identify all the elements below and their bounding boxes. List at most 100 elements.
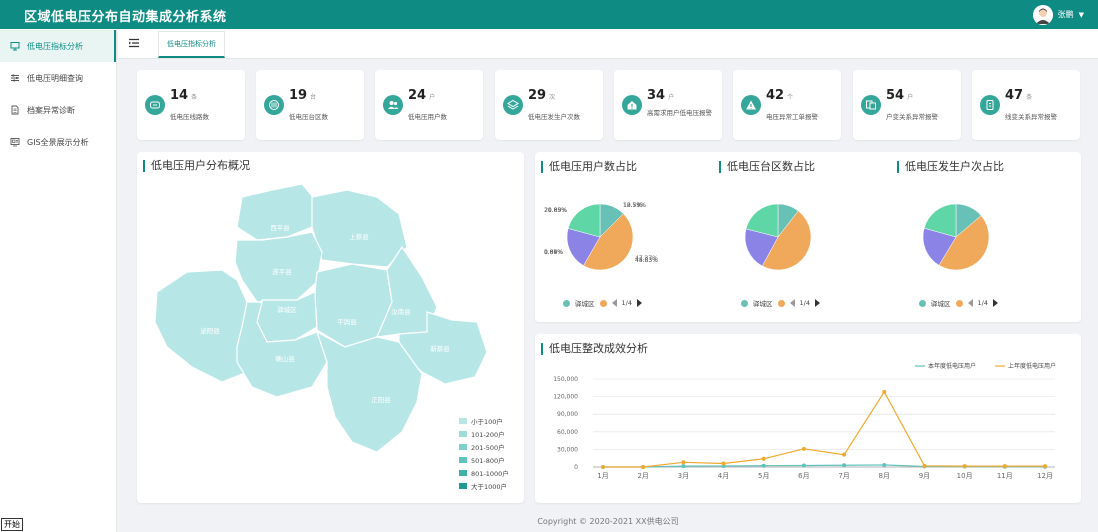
stat-label: 高需求用户低电压报警	[647, 109, 712, 117]
x-tick-label: 5月	[758, 472, 769, 480]
legend-next-icon[interactable]	[992, 299, 998, 307]
stat-unit: 台	[310, 94, 317, 101]
legend-swatch	[459, 483, 467, 489]
map-legend-item: 大于1000户	[459, 481, 507, 491]
menu-toggle-icon[interactable]	[128, 37, 140, 49]
pie-label: 0.69%	[544, 249, 563, 256]
stat-card: 34 户 高需求用户低电压报警	[614, 70, 722, 140]
user-name[interactable]: 张鹏	[1058, 9, 1074, 20]
sliders-icon	[11, 74, 19, 82]
stat-card: 29 次 低电压发生户次数	[495, 70, 603, 140]
top-bar: 区域低电压分布自动集成分析系统 张鹏 ▼	[0, 0, 1098, 29]
home-alert-icon	[627, 101, 637, 110]
stat-value: 34	[647, 88, 666, 103]
map-label: 上蔡县	[349, 232, 369, 241]
sidebar-item-gis-display[interactable]: GIS全景展示分析	[0, 126, 116, 158]
data-point	[801, 446, 806, 451]
data-point	[922, 463, 927, 468]
legend-label[interactable]: 驿城区	[753, 298, 773, 308]
stat-card: 14 条 低电压线路数	[137, 70, 245, 140]
legend-prev-icon[interactable]	[967, 299, 973, 307]
monitor-icon	[10, 42, 20, 51]
data-point	[761, 456, 766, 461]
legend-next-icon[interactable]	[636, 299, 642, 307]
legend-page: 1/4	[977, 299, 988, 307]
map-region-suiping	[234, 231, 323, 303]
sidebar-item-label: GIS全景展示分析	[27, 137, 89, 147]
pie-legend: 驿城区 1/4	[741, 298, 820, 308]
legend-label[interactable]: 驿城区	[931, 298, 951, 308]
pie-legend: 驿城区 1/4	[919, 298, 998, 308]
stat-value: 14	[170, 88, 189, 103]
legend-label[interactable]: 驿城区	[575, 298, 595, 308]
sidebar-item-archive-diagnosis[interactable]: 档案异常诊断	[0, 94, 116, 126]
stat-label: 线变关系异常报警	[1005, 113, 1057, 121]
sidebar-item-indicator-analysis[interactable]: 低电压指标分析	[0, 30, 116, 62]
line-link-icon	[986, 100, 994, 110]
series-line	[603, 390, 1045, 468]
y-tick-label: 30,000	[557, 446, 578, 453]
stat-value: 47	[1005, 88, 1024, 103]
legend-next-icon[interactable]	[814, 299, 820, 307]
map-region-biyang	[154, 269, 248, 383]
map-display-icon	[10, 138, 20, 147]
user-menu[interactable]: 张鹏 ▼	[1032, 4, 1084, 25]
map-label: 新蔡县	[430, 344, 450, 353]
stat-label: 户变关系异常报警	[886, 113, 938, 121]
legend-swatch	[459, 457, 467, 463]
start-button[interactable]: 开始	[1, 518, 23, 531]
stat-label: 低电压台区数	[289, 113, 328, 121]
data-point	[801, 463, 806, 468]
legend-prev-icon[interactable]	[789, 299, 795, 307]
map-legend-item: 小于100户	[459, 416, 503, 426]
stat-label: 低电压用户数	[408, 113, 447, 121]
map-region-yicheng	[256, 291, 318, 343]
map-legend-item: 101-200户	[459, 429, 505, 439]
legend-dot	[777, 299, 785, 307]
map-legend-item: 801-1000户	[459, 468, 509, 478]
sidebar-item-label: 低电压明细查询	[27, 73, 83, 83]
legend-dot	[741, 299, 748, 307]
stat-unit: 个	[787, 94, 794, 101]
stat-unit: 户	[429, 94, 436, 101]
sidebar-item-detail-query[interactable]: 低电压明细查询	[0, 62, 116, 94]
stat-value: 19	[289, 88, 308, 103]
stat-value: 54	[886, 88, 905, 103]
map-label: 正阳县	[371, 395, 391, 404]
y-tick-label: 90,000	[557, 411, 578, 418]
stat-unit: 户	[668, 94, 675, 101]
x-tick-label: 3月	[678, 472, 689, 480]
data-point	[681, 460, 686, 465]
household-link-icon	[866, 100, 876, 110]
stat-unit: 条	[1026, 94, 1033, 101]
x-tick-label: 4月	[718, 472, 729, 480]
tab-indicator-analysis[interactable]: 低电压指标分析	[158, 31, 225, 58]
stat-card: 47 条 线变关系异常报警	[972, 70, 1080, 140]
map-region-shangcai	[311, 189, 408, 268]
data-point	[641, 465, 646, 469]
legend-label: 本年度低电压用户	[928, 362, 976, 370]
stat-label: 电压异常工单报警	[766, 113, 818, 121]
y-tick-label: 120,000	[553, 394, 578, 401]
stat-card: 19 台 低电压台区数	[256, 70, 364, 140]
power-line-icon	[150, 101, 160, 109]
avatar[interactable]	[1032, 4, 1053, 25]
x-tick-label: 9月	[919, 472, 930, 480]
data-point	[761, 463, 766, 468]
stat-value: 29	[528, 88, 547, 103]
sidebar-item-label: 档案异常诊断	[27, 105, 75, 115]
y-tick-label: 0	[574, 464, 578, 471]
app-title: 区域低电压分布自动集成分析系统	[24, 10, 227, 25]
legend-prev-icon[interactable]	[611, 299, 617, 307]
sidebar: 低电压指标分析 低电压明细查询 档案异常诊断 GIS全景展示分析	[0, 29, 117, 532]
x-tick-label: 10月	[957, 472, 973, 480]
data-point	[842, 452, 847, 457]
data-point	[1002, 464, 1007, 469]
chevron-down-icon[interactable]: ▼	[1079, 11, 1084, 19]
map-label: 确山县	[275, 354, 295, 363]
document-icon	[11, 105, 19, 115]
pie-label: 44.83%	[635, 257, 658, 264]
data-point	[1043, 464, 1047, 469]
legend-swatch	[459, 444, 467, 450]
stat-unit: 次	[549, 94, 556, 101]
